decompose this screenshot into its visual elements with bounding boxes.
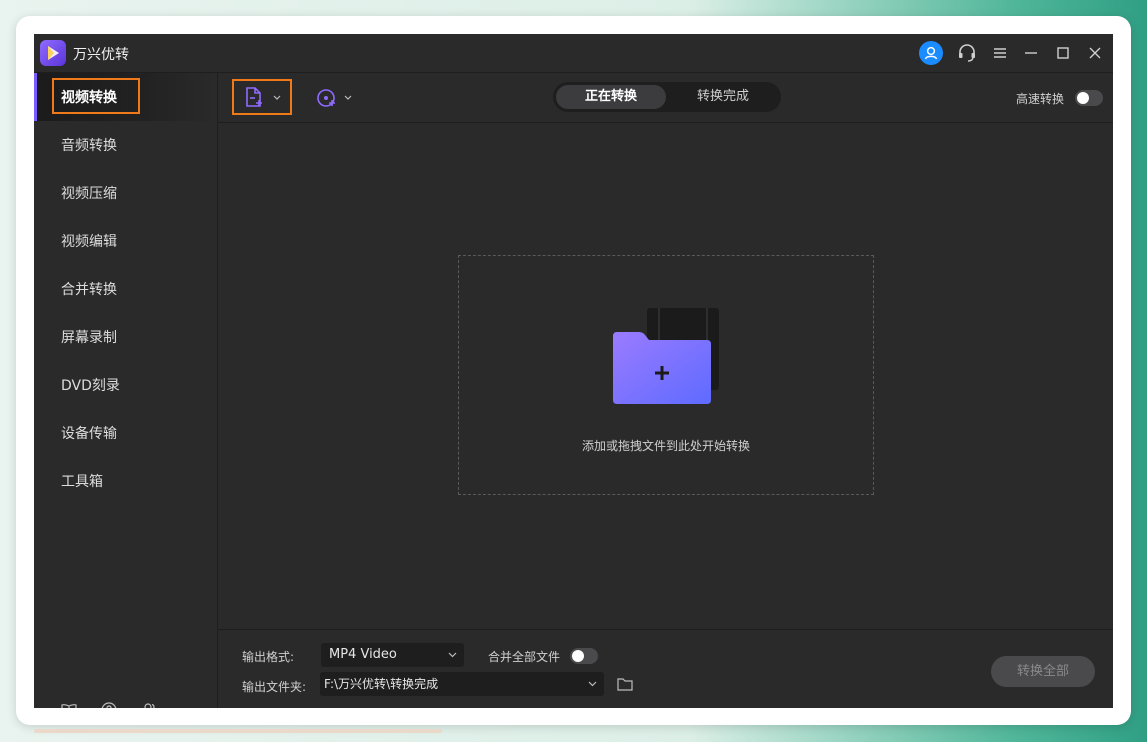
sidebar-item-label: 视频编辑	[61, 234, 117, 250]
output-format-label: 输出格式:	[242, 650, 295, 664]
tab-finished[interactable]: 转换完成	[668, 85, 778, 109]
taskbar-strip	[34, 729, 442, 733]
open-folder-icon[interactable]	[616, 676, 634, 696]
add-file-button[interactable]	[232, 79, 292, 115]
title-bar: 万兴优转	[34, 34, 1113, 73]
toolbar: 正在转换 转换完成 高速转换	[218, 73, 1113, 123]
add-folder-icon	[613, 308, 721, 412]
high-speed-toggle[interactable]	[1075, 90, 1103, 106]
sidebar-item-dvd-burn[interactable]: DVD刻录	[34, 361, 217, 409]
sidebar-item-video-convert[interactable]: 视频转换	[34, 73, 217, 121]
sidebar-item-label: 工具箱	[61, 474, 103, 490]
sidebar: 视频转换 音频转换 视频压缩 视频编辑 合并转换 屏幕录制 DVD刻录 设备传输…	[34, 73, 218, 708]
sidebar-item-merge[interactable]: 合并转换	[34, 265, 217, 313]
merge-all-toggle[interactable]	[570, 648, 598, 664]
output-format-select[interactable]: MP4 Video	[321, 643, 464, 667]
maximize-icon[interactable]	[1052, 42, 1074, 64]
app-window: 万兴优转 视频转换 音频转换 视频压缩 视频编辑 合并转换 屏幕录制 DVD刻录…	[34, 34, 1113, 708]
menu-icon[interactable]	[989, 42, 1011, 64]
merge-all-label: 合并全部文件	[488, 650, 561, 664]
sidebar-item-label: DVD刻录	[61, 378, 120, 394]
account-icon[interactable]	[919, 41, 943, 65]
sidebar-item-toolbox[interactable]: 工具箱	[34, 457, 217, 505]
output-format-value: MP4 Video	[329, 647, 397, 662]
convert-all-button[interactable]: 转换全部	[991, 656, 1095, 687]
output-folder-select[interactable]: F:\万兴优转\转换完成	[320, 672, 604, 696]
tab-converting[interactable]: 正在转换	[556, 85, 666, 109]
sidebar-item-audio-convert[interactable]: 音频转换	[34, 121, 217, 169]
output-folder-label: 输出文件夹:	[242, 680, 307, 694]
minimize-icon[interactable]	[1020, 42, 1042, 64]
sidebar-item-screen-record[interactable]: 屏幕录制	[34, 313, 217, 361]
help-icon[interactable]	[100, 701, 118, 708]
sidebar-item-video-edit[interactable]: 视频编辑	[34, 217, 217, 265]
headset-icon[interactable]	[956, 42, 978, 64]
chevron-down-icon	[448, 652, 457, 658]
drop-hint: 添加或拖拽文件到此处开始转换	[581, 439, 750, 453]
sidebar-item-label: 音频转换	[61, 138, 117, 154]
app-title: 万兴优转	[73, 47, 129, 63]
add-dvd-button[interactable]	[314, 85, 358, 111]
sidebar-item-label: 视频压缩	[61, 186, 117, 202]
app-logo-icon	[40, 40, 66, 66]
book-icon[interactable]	[60, 701, 78, 708]
footer-bar: 输出格式: MP4 Video 合并全部文件 输出文件夹: F:\万兴优转\转换…	[218, 629, 1113, 708]
sidebar-item-label: 合并转换	[61, 282, 117, 298]
sidebar-item-device-transfer[interactable]: 设备传输	[34, 409, 217, 457]
sidebar-item-label: 设备传输	[61, 426, 117, 442]
high-speed-label: 高速转换	[1016, 92, 1065, 106]
highlight-box	[52, 78, 140, 114]
output-folder-value: F:\万兴优转\转换完成	[324, 677, 439, 691]
sidebar-item-label: 屏幕录制	[61, 330, 117, 346]
sidebar-item-video-compress[interactable]: 视频压缩	[34, 169, 217, 217]
drop-zone[interactable]: 添加或拖拽文件到此处开始转换	[458, 255, 874, 495]
close-icon[interactable]	[1084, 42, 1106, 64]
users-icon[interactable]	[140, 701, 158, 708]
chevron-down-icon	[588, 681, 597, 687]
status-tabs: 正在转换 转换完成	[553, 82, 781, 112]
